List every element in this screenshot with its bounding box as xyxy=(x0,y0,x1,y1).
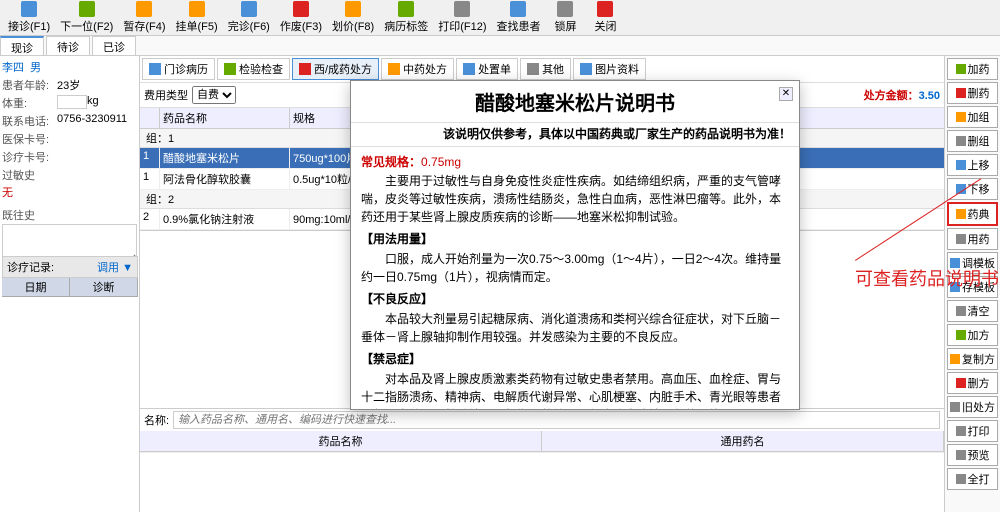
subtab-门诊病历[interactable]: 门诊病历 xyxy=(142,58,215,80)
subtab-中药处方[interactable]: 中药处方 xyxy=(381,58,454,80)
action-打印[interactable]: 打印 xyxy=(947,420,998,442)
action-药典[interactable]: 药典 xyxy=(947,202,998,226)
popup-body: 常见规格：0.75mg 主要用于过敏性与自身免疫性炎症性疾病。如结缔组织病，严重… xyxy=(351,147,799,409)
diag-record-body xyxy=(2,297,138,477)
subtab-检验检查[interactable]: 检验检查 xyxy=(217,58,290,80)
toolbar-关闭[interactable]: 关闭 xyxy=(586,0,624,35)
patient-panel: 李四 男 患者年龄:23岁 体重:kg 联系电话:0756-3230911 医保… xyxy=(0,56,140,512)
action-加方[interactable]: 加方 xyxy=(947,324,998,346)
action-预览[interactable]: 预览 xyxy=(947,444,998,466)
action-调模板[interactable]: 调模板 xyxy=(947,252,998,274)
record-sub-tabs: 门诊病历检验检查西/成药处方中药处方处置单其他图片资料 xyxy=(140,56,944,83)
toolbar-病历标签[interactable]: 病历标签 xyxy=(380,0,432,35)
action-存模板[interactable]: 存模板 xyxy=(947,276,998,298)
action-删方[interactable]: 删方 xyxy=(947,372,998,394)
diag-call-button[interactable]: 调用 ▼ xyxy=(97,259,133,275)
fee-type-select[interactable]: 自费 xyxy=(192,86,236,104)
patient-gender: 男 xyxy=(30,59,41,75)
subtab-西/成药处方[interactable]: 西/成药处方 xyxy=(292,58,379,80)
action-清空[interactable]: 清空 xyxy=(947,300,998,322)
action-上移[interactable]: 上移 xyxy=(947,154,998,176)
action-加药[interactable]: 加药 xyxy=(947,58,998,80)
tab-待诊[interactable]: 待诊 xyxy=(46,36,90,55)
toolbar-接诊(F1)[interactable]: 接诊(F1) xyxy=(4,0,54,35)
subtab-其他[interactable]: 其他 xyxy=(520,58,571,80)
subtab-图片资料[interactable]: 图片资料 xyxy=(573,58,646,80)
toolbar-暂存(F4)[interactable]: 暂存(F4) xyxy=(119,0,169,35)
weight-input[interactable] xyxy=(57,95,87,109)
popup-title: 醋酸地塞米松片说明书 xyxy=(351,81,799,123)
toolbar-划价(F8)[interactable]: 划价(F8) xyxy=(328,0,378,35)
top-tabs: 现诊待诊已诊 xyxy=(0,36,1000,56)
drug-manual-popup: ✕ 醋酸地塞米松片说明书 该说明仅供参考，具体以中国药典或厂家生产的药品说明书为… xyxy=(350,80,800,410)
toolbar-下一位(F2)[interactable]: 下一位(F2) xyxy=(56,0,117,35)
subtab-处置单[interactable]: 处置单 xyxy=(456,58,518,80)
toolbar-锁屏[interactable]: 锁屏 xyxy=(546,0,584,35)
toolbar-查找患者[interactable]: 查找患者 xyxy=(492,0,544,35)
action-复制方[interactable]: 复制方 xyxy=(947,348,998,370)
popup-close-button[interactable]: ✕ xyxy=(779,87,793,101)
toolbar-作废(F3)[interactable]: 作废(F3) xyxy=(276,0,326,35)
action-下移[interactable]: 下移 xyxy=(947,178,998,200)
action-全打[interactable]: 全打 xyxy=(947,468,998,490)
main-toolbar: 接诊(F1)下一位(F2)暂存(F4)挂单(F5)完诊(F6)作废(F3)划价(… xyxy=(0,0,1000,36)
patient-name: 李四 xyxy=(2,59,24,75)
tab-现诊[interactable]: 现诊 xyxy=(0,36,44,55)
toolbar-完诊(F6)[interactable]: 完诊(F6) xyxy=(224,0,274,35)
action-panel: 加药删药加组删组上移下移药典用药调模板存模板清空加方复制方删方旧处方打印预览全打 xyxy=(944,56,1000,512)
toolbar-挂单(F5)[interactable]: 挂单(F5) xyxy=(172,0,222,35)
action-用药[interactable]: 用药 xyxy=(947,228,998,250)
action-加组[interactable]: 加组 xyxy=(947,106,998,128)
tab-已诊[interactable]: 已诊 xyxy=(92,36,136,55)
action-旧处方[interactable]: 旧处方 xyxy=(947,396,998,418)
drug-search-input[interactable] xyxy=(173,411,940,429)
diag-record-head: 诊疗记录: 调用 ▼ xyxy=(2,256,138,278)
action-删组[interactable]: 删组 xyxy=(947,130,998,152)
action-删药[interactable]: 删药 xyxy=(947,82,998,104)
toolbar-打印(F12)[interactable]: 打印(F12) xyxy=(434,0,490,35)
